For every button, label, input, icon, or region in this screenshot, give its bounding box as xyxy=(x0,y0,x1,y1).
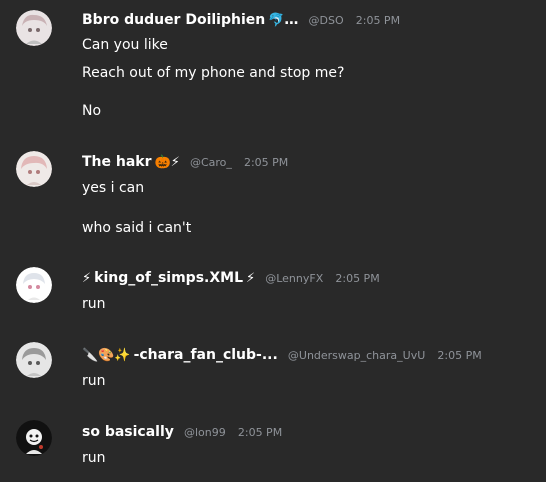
timestamp: 2:05 PM xyxy=(437,349,482,362)
user-handle: @LennyFX xyxy=(265,272,324,285)
user-avatar[interactable] xyxy=(16,342,52,378)
user-avatar[interactable] xyxy=(16,267,52,303)
message-header: so basically @lon99 2:05 PM xyxy=(82,422,282,440)
message-header: Bbro duduer Doiliphien 🐬… @DSO 2:05 PM xyxy=(82,10,400,28)
message-text: run xyxy=(82,373,106,389)
timestamp: 2:05 PM xyxy=(237,426,283,439)
message-header: The hakr 🎃⚡ @Caro_ 2:05 PM xyxy=(82,152,288,170)
username-ellipsis: … xyxy=(284,12,299,28)
anime-avatar-icon xyxy=(16,151,52,187)
username[interactable]: Bbro duduer Doiliphien xyxy=(82,12,265,28)
timestamp: 2:05 PM xyxy=(335,272,380,285)
user-avatar[interactable] xyxy=(16,151,52,187)
message-text: No xyxy=(82,103,102,119)
message-header: ⚡ king_of_simps.XML ⚡ @LennyFX 2:05 PM xyxy=(82,268,380,286)
user-avatar[interactable] xyxy=(16,420,52,456)
message-text: yes i can xyxy=(82,180,145,196)
knife-palette-sparkles-emoji-icon: 🔪🎨✨ xyxy=(82,348,131,363)
timestamp: 2:05 PM xyxy=(243,156,289,169)
user-handle: @lon99 xyxy=(184,426,226,439)
anime-avatar-icon xyxy=(16,10,52,46)
user-handle: @Underswap_chara_UvU xyxy=(287,349,426,362)
dolphin-emoji-icon: 🐬 xyxy=(268,13,285,28)
pumpkin-lightning-emoji-icon: 🎃⚡ xyxy=(154,155,180,170)
message-text: run xyxy=(82,450,106,466)
dark-avatar-icon xyxy=(16,420,52,456)
message-header: 🔪🎨✨ -chara_fan_club-... @Underswap_chara_… xyxy=(82,345,482,363)
anime-avatar-icon xyxy=(16,267,52,303)
user-handle: @Caro_ xyxy=(189,156,232,169)
username[interactable]: king_of_simps.XML xyxy=(94,270,243,286)
username[interactable]: -chara_fan_club-... xyxy=(134,347,278,363)
anime-avatar-icon xyxy=(16,342,52,378)
timestamp: 2:05 PM xyxy=(355,14,401,27)
message-text: Can you like xyxy=(82,37,168,53)
username[interactable]: so basically xyxy=(82,424,174,440)
user-handle: @DSO xyxy=(308,14,344,27)
lightning-emoji-icon: ⚡ xyxy=(82,271,92,286)
user-avatar[interactable] xyxy=(16,10,52,46)
lightning-emoji-icon: ⚡ xyxy=(246,271,256,286)
username[interactable]: The hakr xyxy=(82,154,152,170)
message-text: who said i can't xyxy=(82,220,192,236)
message-text: Reach out of my phone and stop me? xyxy=(82,65,345,81)
message-text: run xyxy=(82,296,106,312)
